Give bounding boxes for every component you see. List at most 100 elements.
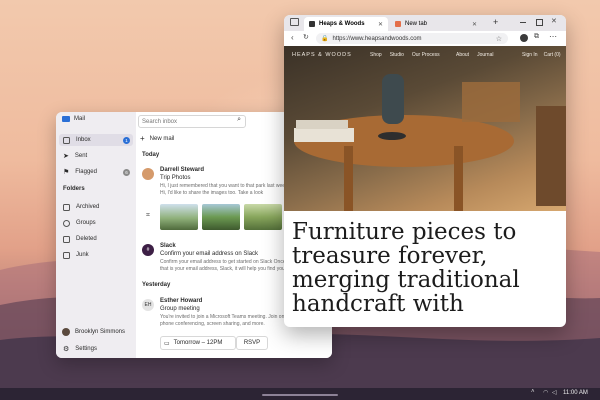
close-icon[interactable]: ✕ xyxy=(378,21,383,28)
new-tab-favicon-icon xyxy=(395,21,401,27)
tab-label: New tab xyxy=(405,21,428,27)
subject: Confirm your email address on Slack xyxy=(160,251,259,257)
sidebar-item-sent[interactable]: ➤ Sent xyxy=(59,150,133,162)
photo-thumbnail[interactable] xyxy=(160,204,198,230)
sidebar-item-label: Junk xyxy=(76,252,89,258)
refresh-icon[interactable]: ↻ xyxy=(303,33,309,41)
sidebar-item-label: Archived xyxy=(76,204,100,210)
sidebar-item-inbox[interactable]: Inbox 1 xyxy=(59,134,133,146)
sidebar-item-archived[interactable]: Archived xyxy=(59,201,133,213)
account-icon[interactable] xyxy=(520,34,528,42)
search-input[interactable]: Search inbox ⌕ xyxy=(138,115,246,128)
tab-label: Heaps & Woods xyxy=(319,21,365,27)
archive-icon xyxy=(63,203,70,211)
clock-time[interactable]: 11:00 AM xyxy=(563,390,588,396)
sender-name: Slack xyxy=(160,243,176,249)
account-button[interactable]: Brooklyn Simmons xyxy=(59,326,133,338)
trash-icon xyxy=(63,235,70,243)
wifi-icon[interactable]: ◠ xyxy=(543,389,548,396)
account-name: Brooklyn Simmons xyxy=(75,329,126,335)
cart-link[interactable]: Cart (0) xyxy=(544,52,561,58)
rsvp-label: RSVP xyxy=(243,340,261,346)
sidebar-item-groups[interactable]: Groups xyxy=(59,217,133,229)
taskbar-handle[interactable] xyxy=(262,394,338,396)
sign-in-link[interactable]: Sign In xyxy=(522,52,538,58)
tab-new-tab[interactable]: New tab ✕ xyxy=(390,17,482,31)
photo-thumbnail[interactable] xyxy=(202,204,240,230)
volume-icon[interactable]: ◁ xyxy=(552,389,557,396)
sidebar-item-flagged[interactable]: ⚑ Flagged 6 xyxy=(59,166,133,178)
close-window-icon[interactable]: ✕ xyxy=(551,17,557,25)
flag-icon: ⚑ xyxy=(63,169,70,176)
nav-link-studio[interactable]: Studio xyxy=(390,52,404,58)
sender-name: Esther Howard xyxy=(160,298,203,304)
meeting-time-chip[interactable]: ▭ Tomorrow – 12PM xyxy=(160,336,236,350)
avatar xyxy=(142,168,154,180)
new-tab-button[interactable]: + xyxy=(493,17,498,27)
settings-button[interactable]: ⚙ Settings xyxy=(59,343,133,355)
section-today: Today xyxy=(142,152,160,158)
attachment-icon: ⌗ xyxy=(146,212,150,219)
chevron-up-icon[interactable]: ˄ xyxy=(531,389,535,395)
back-icon[interactable]: ‹ xyxy=(291,33,294,42)
sidebar-item-label: Flagged xyxy=(75,169,97,175)
tab-heaps-and-woods[interactable]: Heaps & Woods ✕ xyxy=(304,17,388,31)
hero-headline: Furniture pieces to treasure forever, me… xyxy=(292,219,520,317)
search-icon: ⌕ xyxy=(237,116,241,123)
new-mail-button[interactable]: + New mail xyxy=(140,134,174,143)
extensions-icon[interactable]: ⧉ xyxy=(534,33,539,41)
flagged-count-badge: 6 xyxy=(123,168,130,176)
folders-heading: Folders xyxy=(63,186,85,192)
nav-link-our-process[interactable]: Our Process xyxy=(412,52,440,58)
close-icon[interactable]: ✕ xyxy=(472,21,477,28)
url-text: https://www.heapsandwoods.com xyxy=(332,35,422,42)
menu-icon[interactable]: ⋯ xyxy=(549,32,557,41)
site-nav-right: About Journal xyxy=(456,52,493,58)
new-mail-label: New mail xyxy=(149,135,175,142)
sidebar-item-label: Deleted xyxy=(76,236,97,242)
site-nav: Shop Studio Our Process xyxy=(370,52,440,58)
settings-label: Settings xyxy=(75,346,97,352)
taskbar: ˄ ◠ ◁ 11:00 AM xyxy=(0,388,600,400)
meeting-time: Tomorrow – 12PM xyxy=(173,340,223,346)
send-icon: ➤ xyxy=(63,153,69,160)
sidebar-item-label: Inbox xyxy=(76,137,91,143)
browser-window: Heaps & Woods ✕ New tab ✕ + ✕ ‹ ↻ 🔒 http… xyxy=(284,15,566,327)
mail-app-icon xyxy=(62,116,70,122)
groups-icon xyxy=(63,219,70,227)
section-yesterday: Yesterday xyxy=(142,282,171,288)
sidebar-item-junk[interactable]: Junk xyxy=(59,249,133,261)
sidebar-item-label: Groups xyxy=(76,220,96,226)
mail-sidebar: Mail Inbox 1 ➤ Sent ⚑ Flagged 6 Folders … xyxy=(56,112,136,358)
search-placeholder: Search inbox xyxy=(142,118,178,125)
photo-thumbnail[interactable] xyxy=(244,204,282,230)
avatar xyxy=(62,328,70,336)
browser-toolbar: ‹ ↻ 🔒 https://www.heapsandwoods.com ☆ ⧉ … xyxy=(284,31,566,47)
tab-strip: Heaps & Woods ✕ New tab ✕ + ✕ xyxy=(284,15,566,31)
hero-furniture-illustration xyxy=(294,74,566,211)
site-favicon-icon xyxy=(309,21,315,27)
sidebar-toggle-icon[interactable] xyxy=(290,18,299,26)
rsvp-button[interactable]: RSVP xyxy=(236,336,268,350)
mail-app-name: Mail xyxy=(74,116,86,122)
star-icon[interactable]: ☆ xyxy=(496,35,502,43)
sender-name: Darrell Steward xyxy=(160,167,205,173)
nav-link-shop[interactable]: Shop xyxy=(370,52,382,58)
junk-icon xyxy=(63,251,70,259)
gear-icon: ⚙ xyxy=(63,346,70,353)
subject: Trip Photos xyxy=(160,175,191,181)
site-nav-account: Sign In Cart (0) xyxy=(522,52,561,58)
calendar-icon: ▭ xyxy=(164,340,170,347)
lock-icon: 🔒 xyxy=(321,36,329,42)
subject: Group meeting xyxy=(160,306,200,312)
hero-image: HEAPS & WOODS Shop Studio Our Process Ab… xyxy=(284,46,566,211)
nav-link-journal[interactable]: Journal xyxy=(477,52,493,58)
mail-app-header: Mail xyxy=(62,116,85,122)
sidebar-item-deleted[interactable]: Deleted xyxy=(59,233,133,245)
site-logo[interactable]: HEAPS & WOODS xyxy=(292,52,352,58)
address-bar[interactable]: 🔒 https://www.heapsandwoods.com ☆ xyxy=(316,33,508,44)
nav-link-about[interactable]: About xyxy=(456,52,469,58)
maximize-icon[interactable] xyxy=(536,19,543,26)
minimize-icon[interactable] xyxy=(520,22,526,23)
avatar: EH xyxy=(142,299,154,311)
